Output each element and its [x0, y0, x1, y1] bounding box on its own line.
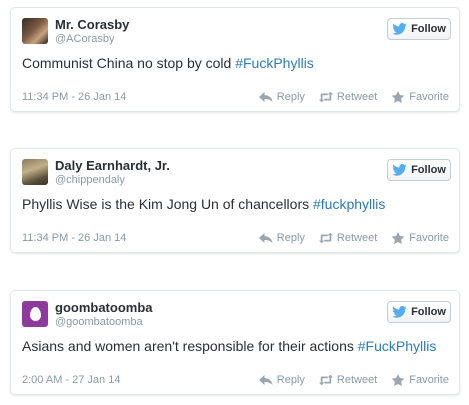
- tweet-body: Phyllis Wise is the Kim Jong Un of chanc…: [22, 196, 313, 212]
- hashtag-link[interactable]: #FuckPhyllis: [358, 338, 437, 354]
- tweet-actions: Reply Retweet Favorite: [258, 374, 449, 386]
- favorite-star-icon: [391, 374, 405, 386]
- tweet-footer: 11:34 PM - 26 Jan 14 Reply Retweet Favor…: [22, 232, 449, 246]
- retweet-label: Retweet: [336, 232, 378, 244]
- hashtag-link[interactable]: #fuckphyllis: [313, 196, 385, 212]
- follow-button[interactable]: Follow: [387, 18, 451, 40]
- retweet-icon: [318, 91, 333, 103]
- timestamp[interactable]: 11:34 PM - 26 Jan 14: [22, 232, 126, 244]
- hashtag-link[interactable]: #FuckPhyllis: [235, 55, 314, 71]
- tweet-text: Phyllis Wise is the Kim Jong Un of chanc…: [22, 195, 452, 213]
- tweet-actions: Reply Retweet Favorite: [258, 91, 449, 103]
- user-name[interactable]: Mr. Corasby: [55, 17, 129, 32]
- user-handle[interactable]: @chippendaly: [55, 174, 125, 186]
- reply-label: Reply: [276, 232, 305, 244]
- tweet-body: Communist China no stop by cold: [22, 55, 236, 71]
- tweet-card: goombatoomba @goombatoomba Follow Asians…: [10, 290, 460, 395]
- tweet-footer: 2:00 AM - 27 Jan 14 Reply Retweet Favori…: [22, 374, 449, 388]
- favorite-button[interactable]: Favorite: [391, 232, 449, 244]
- user-handle[interactable]: @ACorasby: [55, 33, 114, 45]
- tweet-text: Communist China no stop by cold #FuckPhy…: [22, 54, 452, 72]
- avatar[interactable]: [22, 159, 48, 185]
- favorite-label: Favorite: [409, 91, 449, 103]
- retweet-label: Retweet: [336, 374, 378, 386]
- reply-icon: [258, 92, 273, 102]
- twitter-bird-icon: [392, 306, 407, 318]
- reply-button[interactable]: Reply: [258, 91, 305, 103]
- timestamp[interactable]: 2:00 AM - 27 Jan 14: [22, 374, 120, 386]
- favorite-label: Favorite: [409, 232, 449, 244]
- avatar[interactable]: [22, 301, 48, 327]
- favorite-button[interactable]: Favorite: [391, 91, 449, 103]
- timestamp[interactable]: 11:34 PM - 26 Jan 14: [22, 91, 126, 103]
- retweet-button[interactable]: Retweet: [318, 232, 378, 244]
- reply-icon: [258, 375, 273, 385]
- favorite-star-icon: [391, 91, 405, 103]
- user-handle[interactable]: @goombatoomba: [55, 316, 143, 328]
- tweet-text: Asians and women aren't responsible for …: [22, 337, 452, 355]
- egg-avatar-icon: [29, 307, 41, 321]
- tweet-actions: Reply Retweet Favorite: [258, 232, 449, 244]
- follow-button[interactable]: Follow: [387, 301, 451, 323]
- tweet-card: Daly Earnhardt, Jr. @chippendaly Follow …: [10, 148, 460, 253]
- reply-button[interactable]: Reply: [258, 374, 305, 386]
- retweet-icon: [318, 232, 333, 244]
- retweet-button[interactable]: Retweet: [318, 374, 378, 386]
- retweet-button[interactable]: Retweet: [318, 91, 378, 103]
- follow-label: Follow: [411, 306, 446, 318]
- follow-button[interactable]: Follow: [387, 159, 451, 181]
- reply-label: Reply: [276, 91, 305, 103]
- reply-button[interactable]: Reply: [258, 232, 305, 244]
- reply-label: Reply: [276, 374, 305, 386]
- retweet-label: Retweet: [336, 91, 378, 103]
- follow-label: Follow: [411, 164, 446, 176]
- avatar[interactable]: [22, 18, 48, 44]
- user-name[interactable]: Daly Earnhardt, Jr.: [55, 158, 170, 173]
- user-name[interactable]: goombatoomba: [55, 300, 153, 315]
- favorite-star-icon: [391, 232, 405, 244]
- tweet-card: Mr. Corasby @ACorasby Follow Communist C…: [10, 7, 460, 112]
- twitter-bird-icon: [392, 164, 407, 176]
- tweet-body: Asians and women aren't responsible for …: [22, 338, 358, 354]
- tweet-footer: 11:34 PM - 26 Jan 14 Reply Retweet Favor…: [22, 91, 449, 105]
- follow-label: Follow: [411, 23, 446, 35]
- retweet-icon: [318, 374, 333, 386]
- favorite-button[interactable]: Favorite: [391, 374, 449, 386]
- reply-icon: [258, 233, 273, 243]
- favorite-label: Favorite: [409, 374, 449, 386]
- twitter-bird-icon: [392, 23, 407, 35]
